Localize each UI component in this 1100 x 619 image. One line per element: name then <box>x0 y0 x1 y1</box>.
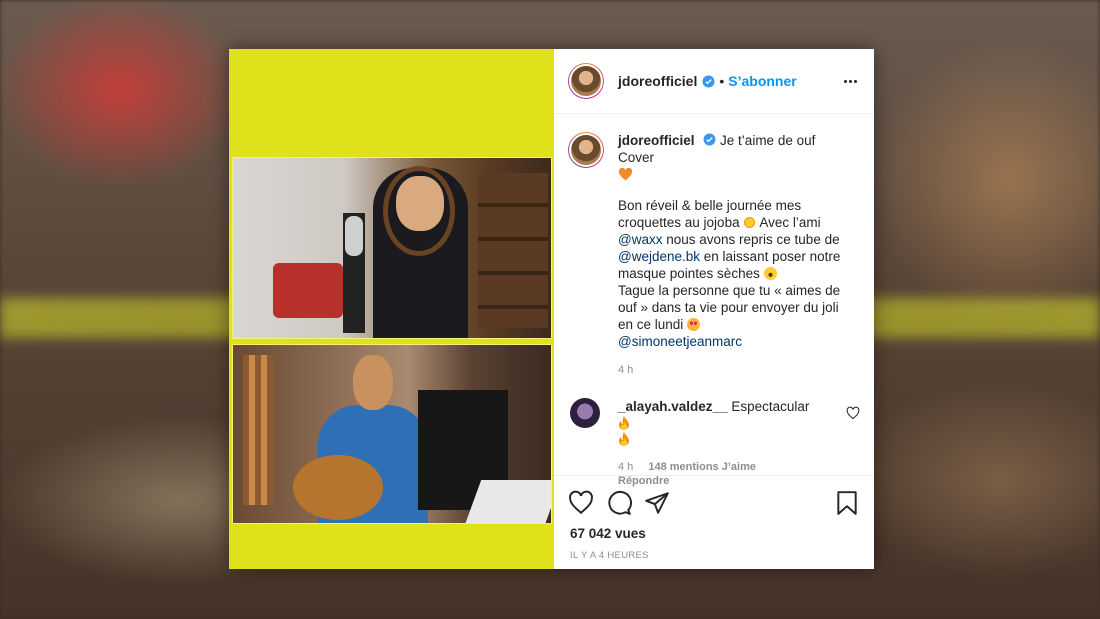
share-icon[interactable] <box>644 490 670 516</box>
video-frame-singer <box>232 157 552 339</box>
post-media[interactable] <box>229 49 554 569</box>
caption-text-3: nous avons repris ce tube de <box>666 232 840 247</box>
comment-likes[interactable]: 148 mentions J’aime <box>648 461 756 473</box>
heart-eyes-emoji <box>687 318 701 331</box>
comment-item: _alayah.valdez__ Espectacular <box>568 398 860 450</box>
mention-simoneetjeanmarc[interactable]: @simoneetjeanmarc <box>618 334 742 349</box>
comments-section: jdoreofficiel Je t’aime de ouf Cover Bon… <box>554 114 874 487</box>
caption-text-5: Tague la personne que tu « aimes de ouf … <box>618 283 841 332</box>
more-options-icon[interactable] <box>844 79 860 83</box>
author-username[interactable]: jdoreofficiel <box>618 73 697 89</box>
video-frame-guitarist <box>232 344 552 524</box>
commenter-avatar[interactable] <box>570 398 600 428</box>
author-avatar[interactable] <box>568 63 604 99</box>
follow-button[interactable]: S’abonner <box>728 73 796 89</box>
post-panel: jdoreofficiel • S’abonner jdoreofficiel … <box>554 49 874 569</box>
post-header: jdoreofficiel • S’abonner <box>554 49 874 114</box>
mention-waxx[interactable]: @waxx <box>618 232 662 247</box>
like-comment-heart-icon[interactable] <box>846 406 860 420</box>
verified-icon <box>703 133 716 146</box>
commenter-username[interactable]: _alayah.valdez__ <box>618 399 728 414</box>
fire-emoji <box>619 416 629 430</box>
comment-icon[interactable] <box>606 490 632 516</box>
caption-timestamp[interactable]: 4 h <box>618 364 860 376</box>
comment-time[interactable]: 4 h <box>618 461 633 473</box>
verified-icon <box>702 75 715 87</box>
comment-text: Espectacular <box>731 399 810 414</box>
view-count[interactable]: 67 042 vues <box>570 526 646 541</box>
bookmark-icon[interactable] <box>834 490 860 516</box>
post-date[interactable]: IL Y A 4 HEURES <box>570 550 649 561</box>
heart-icon[interactable] <box>568 490 594 516</box>
orange-heart-emoji <box>618 167 633 181</box>
fire-emoji <box>619 432 629 446</box>
laughing-emoji <box>763 267 777 280</box>
sun-emoji <box>743 216 757 229</box>
separator-dot: • <box>719 73 725 89</box>
caption-avatar[interactable] <box>568 132 604 168</box>
caption-username[interactable]: jdoreofficiel <box>618 133 695 148</box>
caption: jdoreofficiel Je t’aime de ouf Cover Bon… <box>568 132 860 350</box>
caption-text-2: Avec l’ami <box>759 215 821 230</box>
instagram-post: jdoreofficiel • S’abonner jdoreofficiel … <box>229 49 874 569</box>
mention-wejdene[interactable]: @wejdene.bk <box>618 249 700 264</box>
